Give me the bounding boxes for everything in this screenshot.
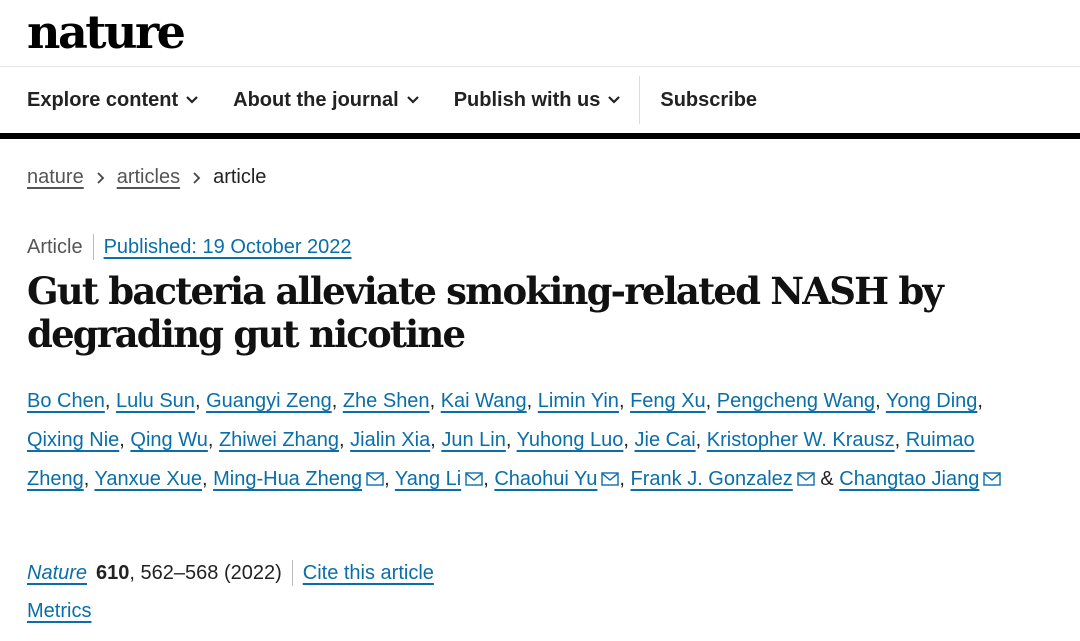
nav-about-the-journal[interactable]: About the journal [233,89,420,112]
volume-number: 610 [96,561,130,584]
author-link[interactable]: Yanxue Xue [94,468,202,490]
article-meta: Article Published: 19 October 2022 [27,234,352,260]
author-link[interactable]: Changtao Jiang [839,468,979,490]
metrics-link[interactable]: Metrics [27,600,91,622]
author-link[interactable]: Kristopher W. Krausz [707,429,895,451]
breadcrumb-nature[interactable]: nature [27,166,84,189]
author-link[interactable]: Bo Chen [27,390,105,412]
cite-this-article-link[interactable]: Cite this article [303,562,434,585]
envelope-icon[interactable] [797,472,815,486]
author-link[interactable]: Qixing Nie [27,429,119,451]
author-link[interactable]: Chaohui Yu [494,468,597,490]
metrics: Metrics [27,600,91,623]
nav-item-label: About the journal [233,88,399,111]
journal-link[interactable]: Nature [27,562,87,585]
main-nav: Explore content About the journal Publis… [0,67,1080,139]
author-link[interactable]: Feng Xu [630,390,706,412]
nav-publish-with-us[interactable]: Publish with us [454,89,622,112]
author-link[interactable]: Zhiwei Zhang [219,429,339,451]
author-link[interactable]: Yong Ding [886,390,978,412]
citation-divider [291,560,293,586]
nav-item-label: Explore content [27,88,179,111]
nav-divider [639,76,641,124]
author-joiner: & [814,468,840,490]
author-link[interactable]: Ming-Hua Zheng [213,468,362,490]
subscribe-link[interactable]: Subscribe [660,89,757,112]
breadcrumb: nature articles article [27,166,266,189]
author-link[interactable]: Pengcheng Wang [717,390,875,412]
chevron-right-icon [96,171,105,185]
author-link[interactable]: Yuhong Luo [517,429,624,451]
nav-explore-content[interactable]: Explore content [27,89,199,112]
author-link[interactable]: Jie Cai [635,429,696,451]
author-link[interactable]: Lulu Sun [116,390,195,412]
article-type: Article [27,235,83,258]
author-link[interactable]: Jialin Xia [350,429,430,451]
envelope-icon[interactable] [983,472,1002,486]
author-link[interactable]: Qing Wu [130,429,207,451]
breadcrumb-articles[interactable]: articles [117,166,180,189]
article-title: Gut bacteria alleviate smoking-related N… [27,269,944,356]
published-date-link[interactable]: Published: 19 October 2022 [104,236,352,259]
author-link[interactable]: Jun Lin [441,429,506,451]
author-link[interactable]: Kai Wang [441,390,527,412]
chevron-down-icon [607,95,621,105]
author-link[interactable]: Yang Li [395,468,461,490]
chevron-right-icon [192,171,201,185]
citation-pages: , 562–568 (2022) [129,561,282,584]
envelope-icon[interactable] [601,472,620,486]
meta-divider [92,234,94,260]
author-link[interactable]: Frank J. Gonzalez [631,468,793,490]
chevron-down-icon [406,95,420,105]
breadcrumb-current: article [213,166,267,188]
citation: Nature 610 , 562–568 (2022) Cite this ar… [27,560,434,586]
envelope-icon[interactable] [465,472,483,486]
envelope-icon[interactable] [366,472,384,486]
chevron-down-icon [185,95,199,105]
nav-item-label: Publish with us [453,88,601,111]
author-link[interactable]: Zhe Shen [343,390,430,412]
author-list: Bo Chen, Lulu Sun, Guangyi Zeng, Zhe She… [27,382,1027,499]
author-link[interactable]: Guangyi Zeng [206,390,332,412]
author-link[interactable]: Limin Yin [538,390,619,412]
masthead: nature [0,0,1080,67]
nature-logo[interactable]: nature [27,6,186,58]
